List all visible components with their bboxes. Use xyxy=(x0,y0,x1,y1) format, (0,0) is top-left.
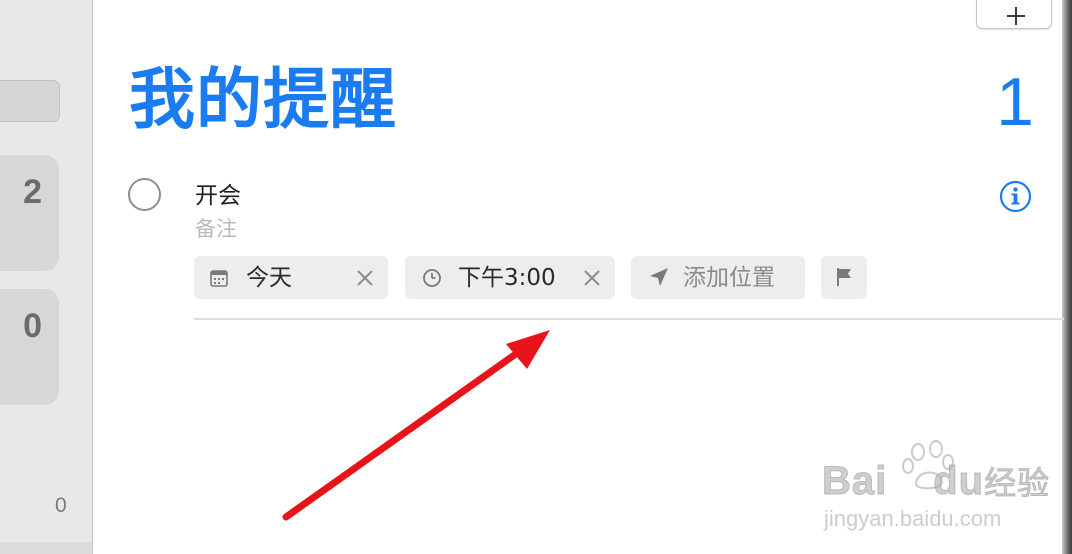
watermark-brand-latin-2: du xyxy=(933,459,985,504)
watermark-brand: Bai du经验 xyxy=(821,458,1051,504)
watermark: Bai du经验 jingyan.baidu.com xyxy=(821,440,1050,535)
watermark-brand-cjk: 经验 xyxy=(984,464,1051,503)
reminders-window: 2 0 0 我的提醒 1 开会 备注 今天 下午3:00 添加位置 Bai du… xyxy=(0,0,1072,554)
watermark-brand-latin: Bai xyxy=(821,459,888,504)
watermark-url: jingyan.baidu.com xyxy=(824,506,1002,531)
